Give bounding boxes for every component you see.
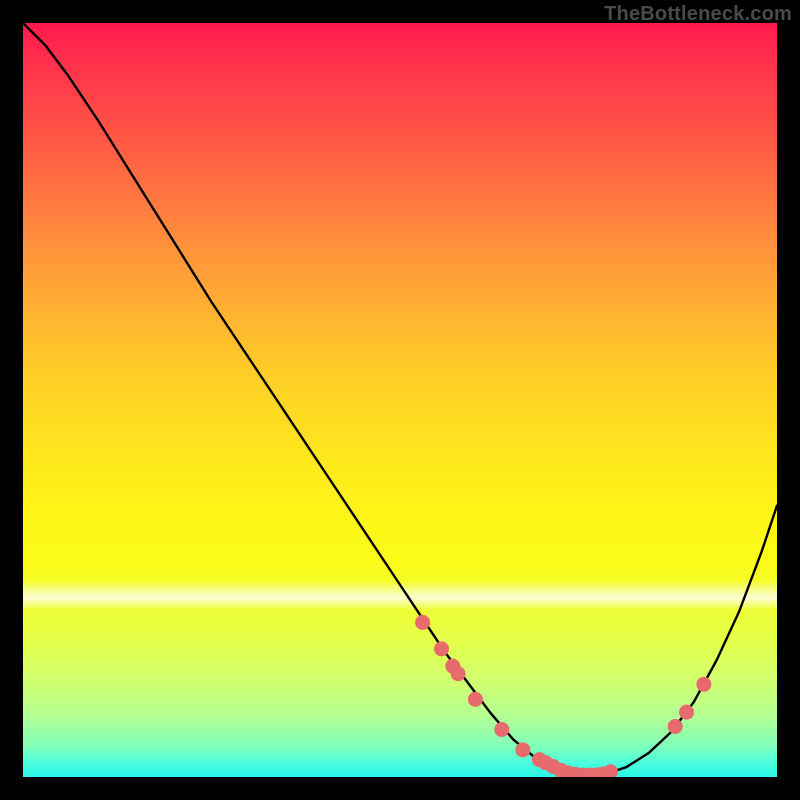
plot-area	[23, 23, 777, 777]
data-dot	[415, 615, 430, 630]
data-dot	[434, 641, 449, 656]
attribution-watermark: TheBottleneck.com	[604, 3, 792, 26]
data-dot	[515, 742, 530, 757]
data-dot	[668, 719, 683, 734]
data-dot	[679, 705, 694, 720]
data-dot	[468, 692, 483, 707]
data-dot	[494, 722, 509, 737]
data-dot	[696, 677, 711, 692]
data-dots-group	[415, 615, 711, 777]
bottleneck-curve	[23, 23, 777, 775]
data-dot	[451, 666, 466, 681]
data-dot	[603, 764, 618, 777]
bottleneck-curve-svg	[23, 23, 777, 777]
chart-frame: TheBottleneck.com	[0, 0, 800, 800]
